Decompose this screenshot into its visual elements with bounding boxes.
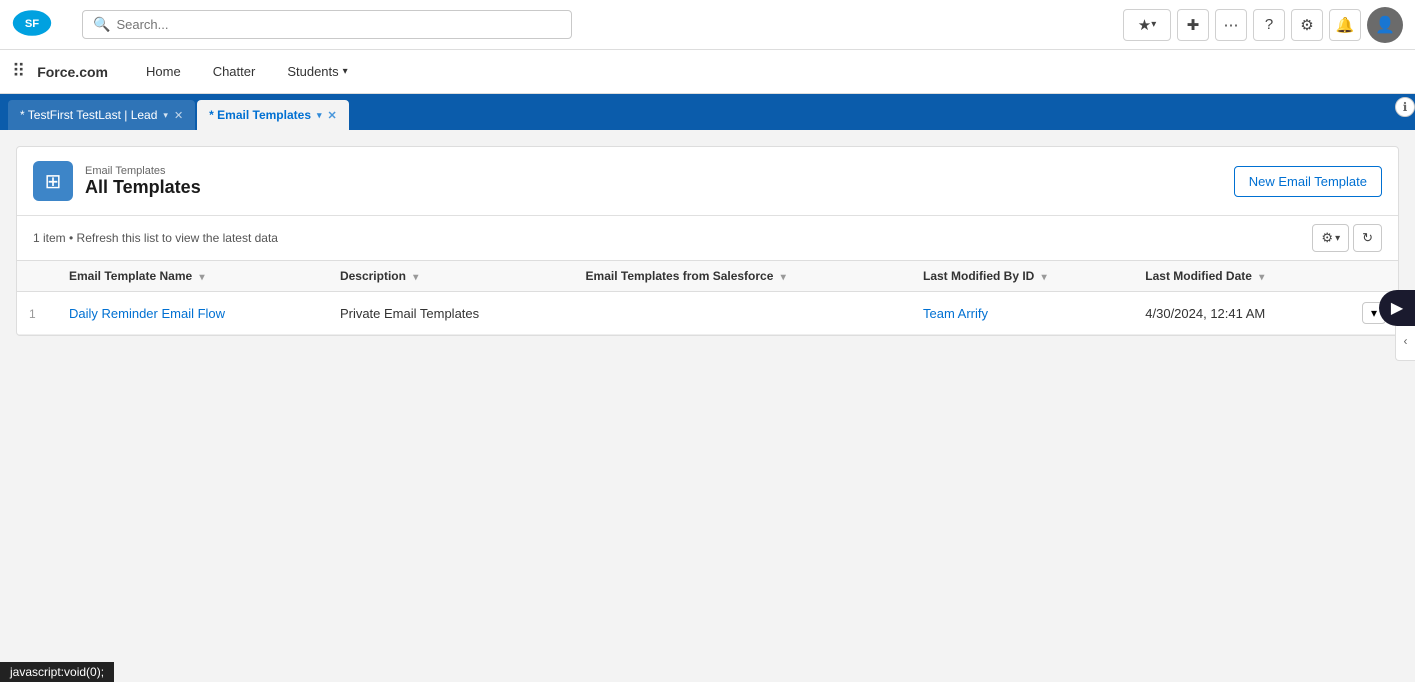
card-title-block: Email Templates All Templates — [85, 165, 201, 198]
grid-icon: ⋯ — [1224, 16, 1239, 34]
col-name-sort-icon: ▾ — [200, 272, 205, 283]
search-input[interactable] — [116, 17, 561, 32]
table-icon: ⊞ — [45, 169, 62, 194]
card-header: ⊞ Email Templates All Templates New Emai… — [17, 147, 1398, 216]
card-icon: ⊞ — [33, 161, 73, 201]
tab-chevron-icon: ▾ — [317, 110, 322, 121]
settings-icon: ⚙ — [1321, 230, 1333, 246]
col-number — [17, 261, 57, 292]
tab-email-templates[interactable]: * Email Templates ▾ ✕ — [197, 100, 349, 130]
col-last-modified-date[interactable]: Last Modified Date ▾ — [1133, 261, 1350, 292]
salesforce-logo[interactable]: SF — [12, 3, 52, 46]
table-row: 1 Daily Reminder Email Flow Private Emai… — [17, 292, 1398, 335]
add-button[interactable]: ✚ — [1177, 9, 1209, 41]
bell-icon: 🔔 — [1336, 16, 1355, 34]
email-templates-card: ⊞ Email Templates All Templates New Emai… — [16, 146, 1399, 336]
favorites-button[interactable]: ★ ▾ — [1123, 9, 1171, 41]
favorites-caret-icon: ▾ — [1151, 19, 1156, 30]
col-description[interactable]: Description ▾ — [328, 261, 574, 292]
tab-chevron-icon: ▾ — [163, 110, 168, 121]
star-icon: ★ — [1138, 16, 1151, 34]
tab-bar: * TestFirst TestLast | Lead ▾ ✕ * Email … — [0, 94, 1415, 130]
tab-label: * TestFirst TestLast | Lead — [20, 108, 157, 122]
card-breadcrumb: Email Templates — [85, 165, 201, 177]
last-modified-by-link[interactable]: Team Arrify — [923, 306, 988, 321]
app-brand: Force.com — [37, 64, 108, 80]
template-name-link[interactable]: Daily Reminder Email Flow — [69, 306, 225, 321]
nav-chatter[interactable]: Chatter — [199, 50, 270, 94]
info-icon-button[interactable]: ℹ — [1395, 97, 1415, 117]
app-navigation: ⠿ Force.com Home Chatter Students ▾ — [0, 50, 1415, 94]
bubble-icon: ▶ — [1391, 298, 1403, 318]
side-panel-toggle[interactable]: ‹ — [1395, 321, 1415, 361]
col-description-sort-icon: ▾ — [413, 272, 418, 283]
search-icon: 🔍 — [93, 16, 110, 33]
list-info-text: 1 item • Refresh this list to view the l… — [33, 231, 278, 245]
avatar-image: 👤 — [1375, 15, 1395, 35]
col-from-sf-sort-icon: ▾ — [781, 272, 786, 283]
row-number: 1 — [17, 292, 57, 335]
info-icon: ℹ — [1403, 100, 1408, 114]
svg-text:SF: SF — [25, 18, 39, 30]
refresh-icon: ↻ — [1362, 230, 1373, 246]
top-navigation: SF 🔍 ★ ▾ ✚ ⋯ ? ⚙ 🔔 👤 — [0, 0, 1415, 50]
right-bubble-button[interactable]: ▶ — [1379, 290, 1415, 326]
top-nav-right-icons: ★ ▾ ✚ ⋯ ? ⚙ 🔔 👤 — [1123, 7, 1403, 43]
plus-icon: ✚ — [1187, 16, 1200, 34]
nav-students[interactable]: Students ▾ — [273, 50, 361, 94]
col-last-modified-by-sort-icon: ▾ — [1042, 272, 1047, 283]
new-email-template-button[interactable]: New Email Template — [1234, 166, 1382, 197]
nav-home[interactable]: Home — [132, 50, 195, 94]
col-name[interactable]: Email Template Name ▾ — [57, 261, 328, 292]
table-header-row: Email Template Name ▾ Description ▾ Emai… — [17, 261, 1398, 292]
row-name: Daily Reminder Email Flow — [57, 292, 328, 335]
status-bar: javascript:void(0); — [0, 662, 114, 682]
tab-close-icon[interactable]: ✕ — [174, 109, 183, 122]
list-controls-right: ⚙ ▾ ↻ — [1312, 224, 1382, 252]
list-controls: 1 item • Refresh this list to view the l… — [17, 216, 1398, 260]
page-title: All Templates — [85, 177, 201, 198]
grid-menu-button[interactable]: ⠿ — [12, 61, 25, 82]
tab-label: * Email Templates — [209, 108, 311, 122]
settings-dropdown-button[interactable]: ⚙ ▾ — [1312, 224, 1349, 252]
main-content: ⊞ Email Templates All Templates New Emai… — [0, 130, 1415, 682]
help-button[interactable]: ? — [1253, 9, 1285, 41]
col-from-salesforce[interactable]: Email Templates from Salesforce ▾ — [574, 261, 911, 292]
card-header-left: ⊞ Email Templates All Templates — [33, 161, 201, 201]
gear-icon: ⚙ — [1300, 16, 1313, 34]
students-dropdown-icon: ▾ — [343, 66, 348, 77]
tab-testfirst-testlast[interactable]: * TestFirst TestLast | Lead ▾ ✕ — [8, 100, 195, 130]
row-from-salesforce — [574, 292, 911, 335]
waffle-button[interactable]: ⋯ — [1215, 9, 1247, 41]
search-bar: 🔍 — [82, 10, 572, 39]
email-templates-table: Email Template Name ▾ Description ▾ Emai… — [17, 260, 1398, 335]
user-avatar[interactable]: 👤 — [1367, 7, 1403, 43]
col-actions — [1350, 261, 1398, 292]
question-icon: ? — [1265, 16, 1273, 33]
status-text: javascript:void(0); — [10, 665, 104, 679]
notifications-button[interactable]: 🔔 — [1329, 9, 1361, 41]
col-last-modified-date-sort-icon: ▾ — [1259, 272, 1264, 283]
row-last-modified-by: Team Arrify — [911, 292, 1133, 335]
tab-close-icon[interactable]: ✕ — [328, 109, 337, 122]
row-description: Private Email Templates — [328, 292, 574, 335]
chevron-left-icon: ‹ — [1404, 334, 1408, 348]
row-last-modified-date: 4/30/2024, 12:41 AM — [1133, 292, 1350, 335]
setup-button[interactable]: ⚙ — [1291, 9, 1323, 41]
settings-caret-icon: ▾ — [1335, 233, 1340, 244]
refresh-button[interactable]: ↻ — [1353, 224, 1382, 252]
col-last-modified-by[interactable]: Last Modified By ID ▾ — [911, 261, 1133, 292]
